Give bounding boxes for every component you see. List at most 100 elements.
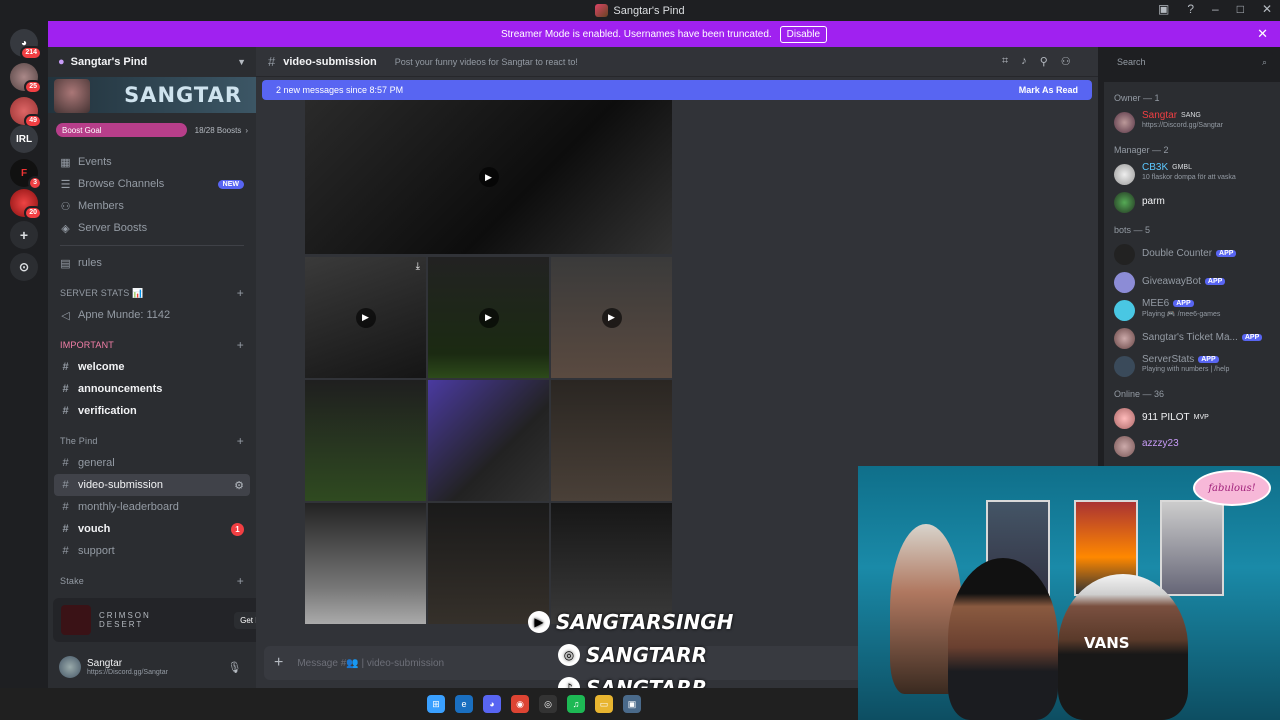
instagram-handle: SANGTARR — [586, 642, 708, 667]
member-name: MEE6 — [1142, 298, 1170, 309]
nav-server-boosts[interactable]: ◈ Server Boosts — [48, 217, 256, 239]
threads-icon[interactable]: ⌗ — [1002, 55, 1008, 68]
play-icon[interactable]: ▶ — [478, 167, 499, 187]
avatar[interactable] — [59, 656, 81, 678]
member-row[interactable]: parm — [1104, 188, 1280, 216]
image-thumbnail[interactable] — [305, 503, 426, 624]
add-channel-icon[interactable]: + — [237, 338, 244, 352]
mark-as-read-button[interactable]: Mark As Read — [1019, 85, 1078, 95]
member-row[interactable]: MEE6 APP Playing 🎮 /mee6-games — [1104, 296, 1280, 324]
discover-button[interactable]: ⊙ — [10, 253, 38, 281]
app-icon[interactable]: ▣ — [623, 695, 641, 713]
add-attachment-icon[interactable]: + — [274, 654, 283, 672]
channel-vouch[interactable]: # vouch 1 — [48, 518, 256, 540]
mention-badge: 1 — [231, 522, 244, 536]
member-row[interactable]: Double Counter APP — [1104, 240, 1280, 268]
member-row[interactable]: Sangtar SANG https://Discord.gg/Sangtar — [1104, 108, 1280, 136]
nav-events[interactable]: ▦ Events — [48, 151, 256, 173]
boost-goal-label: Boost Goal — [62, 125, 102, 135]
add-server-button[interactable]: + — [10, 221, 38, 249]
help-icon[interactable]: ? — [1187, 2, 1194, 16]
minimize-button[interactable]: – — [1212, 2, 1219, 16]
member-row[interactable]: GiveawayBot APP — [1104, 268, 1280, 296]
bell-icon[interactable]: ♪ — [1021, 55, 1027, 68]
chrome-icon[interactable]: ◉ — [511, 695, 529, 713]
download-icon[interactable]: ⤓ — [416, 261, 420, 272]
file-explorer-icon[interactable]: ▭ — [595, 695, 613, 713]
maximize-button[interactable]: □ — [1237, 2, 1244, 16]
message-input[interactable]: Message #👥 | video-submission — [297, 658, 444, 669]
add-channel-icon[interactable]: + — [237, 434, 244, 448]
windows-start-icon[interactable]: ⊞ — [427, 695, 445, 713]
inbox-icon[interactable]: ▣ — [1158, 2, 1169, 16]
member-name: GiveawayBot — [1142, 276, 1201, 287]
channel-support[interactable]: # support — [48, 540, 256, 562]
pin-icon[interactable]: ⚲ — [1040, 55, 1048, 68]
channel-general[interactable]: # general — [48, 452, 256, 474]
server-icon-1[interactable]: 25 — [10, 63, 42, 94]
server-label: F — [20, 167, 28, 179]
member-row[interactable]: ServerStats APP Playing with numbers | /h… — [1104, 352, 1280, 380]
avatar — [1114, 300, 1135, 321]
edge-icon[interactable]: e — [455, 695, 473, 713]
obs-icon[interactable]: ◎ — [539, 695, 557, 713]
video-thumbnail[interactable]: ▶ — [305, 100, 672, 254]
channel-monthly-leaderboard[interactable]: # monthly-leaderboard — [48, 496, 256, 518]
rules-icon: ▤ — [60, 257, 71, 270]
image-thumbnail[interactable] — [428, 380, 549, 501]
boost-goal[interactable]: Boost Goal 18/28 Boosts › — [56, 123, 248, 137]
spotify-icon[interactable]: ♫ — [567, 695, 585, 713]
promo-ad[interactable]: CRIMSON DESERT Get Reward! — [53, 598, 256, 642]
channel-stats[interactable]: ◁ Apne Munde: 1142 — [48, 304, 256, 326]
direct-messages-button[interactable]: ◕ 214 — [10, 29, 42, 60]
category-the-pind[interactable]: The Pind + — [48, 430, 256, 452]
header-toolbar: ⌗ ♪ ⚲ ⚇ — [1002, 55, 1071, 68]
ad-line-1: CRIMSON — [99, 611, 151, 620]
nav-browse-channels[interactable]: ☰ Browse Channels NEW — [48, 173, 256, 195]
category-important[interactable]: IMPORTANT + — [48, 334, 256, 356]
new-messages-bar[interactable]: 2 new messages since 8:57 PM Mark As Rea… — [262, 80, 1092, 100]
member-row[interactable]: azzzy23 — [1104, 432, 1280, 460]
discord-taskbar-icon[interactable]: ◕ — [483, 695, 501, 713]
member-row[interactable]: CB3K GMBL 10 flaskor dompa för att vaska — [1104, 160, 1280, 188]
member-row[interactable]: Sangtar's Ticket Ma... APP — [1104, 324, 1280, 352]
play-icon[interactable]: ▶ — [478, 307, 499, 328]
search-input[interactable]: Search ⌕ — [1111, 52, 1273, 72]
channel-rules[interactable]: ▤ rules — [48, 252, 256, 274]
server-icon-f[interactable]: F 3 — [10, 159, 42, 190]
add-channel-icon[interactable]: + — [237, 574, 244, 588]
server-icon-3[interactable]: 20 — [10, 189, 42, 220]
channel-verification[interactable]: # verification — [48, 400, 256, 422]
microphone-icon[interactable]: 🎙 — [227, 661, 241, 674]
member-row[interactable]: 911 PILOT MVP — [1104, 404, 1280, 432]
member-list-icon[interactable]: ⚇ — [1061, 55, 1071, 68]
server-icon-irl[interactable]: IRL — [10, 125, 38, 153]
close-icon[interactable]: ✕ — [1257, 26, 1268, 42]
play-icon[interactable]: ▶ — [355, 307, 376, 328]
hash-icon: # — [62, 545, 69, 557]
user-status: https://Discord.gg/Sangtar — [87, 669, 168, 676]
channel-video-submission[interactable]: # video-submission ⚙ — [54, 474, 250, 496]
video-thumbnail[interactable]: ▶ — [551, 257, 672, 378]
category-stake[interactable]: Stake + — [48, 570, 256, 592]
channel-announcements[interactable]: # announcements — [48, 378, 256, 400]
add-channel-icon[interactable]: + — [237, 286, 244, 300]
category-server-stats[interactable]: SERVER STATS 📊 + — [48, 282, 256, 304]
image-thumbnail[interactable] — [551, 380, 672, 501]
image-thumbnail[interactable] — [305, 380, 426, 501]
nav-members[interactable]: ⚇ Members — [48, 195, 256, 217]
video-thumbnail[interactable]: ▶ ⤓ — [305, 257, 426, 378]
channel-welcome[interactable]: # welcome — [48, 356, 256, 378]
channel-topic[interactable]: Post your funny videos for Sangtar to re… — [395, 57, 578, 67]
server-icon-2[interactable]: 49 — [10, 97, 42, 128]
settings-icon[interactable]: ⚙ — [234, 479, 244, 492]
get-reward-button[interactable]: Get Reward! — [234, 611, 256, 629]
close-window-button[interactable]: ✕ — [1262, 2, 1272, 16]
play-icon[interactable]: ▶ — [601, 307, 622, 328]
guild-header[interactable]: ● Sangtar's Pind ▼ — [48, 47, 256, 77]
video-thumbnail[interactable]: ▶ — [428, 257, 549, 378]
taskbar: ⊞ e ◕ ◉ ◎ ♫ ▭ ▣ — [0, 688, 858, 720]
disable-button[interactable]: Disable — [779, 25, 828, 43]
instagram-icon: ◎ — [558, 643, 580, 666]
crimson-desert-logo — [61, 605, 91, 635]
